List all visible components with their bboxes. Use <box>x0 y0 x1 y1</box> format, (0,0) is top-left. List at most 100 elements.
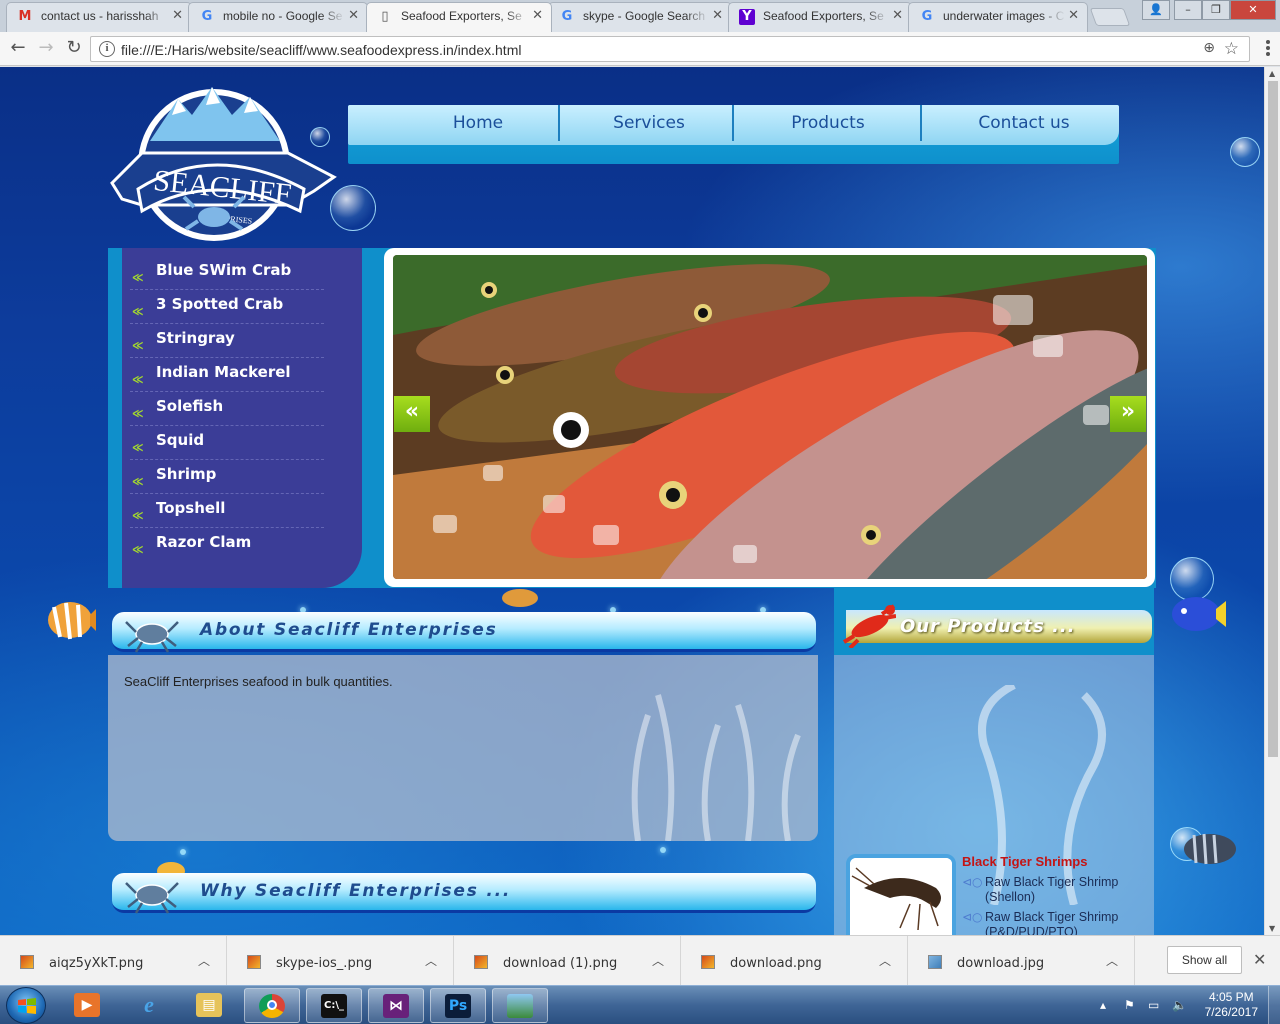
main-navigation: Home Services Products Contact us <box>348 105 1119 164</box>
nav-home[interactable]: Home <box>408 105 548 145</box>
bookmark-star-icon[interactable]: ☆ <box>1224 39 1239 59</box>
fish-decoration-icon <box>502 589 538 607</box>
new-tab-button[interactable] <box>1089 8 1131 26</box>
browser-tab-active[interactable]: ▯ Seafood Exporters, Se ✕ <box>366 2 552 32</box>
side-item-shrimp[interactable]: ≪ Shrimp <box>130 460 324 494</box>
info-icon[interactable]: i <box>99 41 115 57</box>
close-tab-icon[interactable]: ✕ <box>1068 7 1079 23</box>
scroll-up-icon[interactable]: ▲ <box>1269 69 1275 78</box>
close-tab-icon[interactable]: ✕ <box>172 7 183 23</box>
product-title[interactable]: Black Tiger Shrimps <box>962 854 1087 869</box>
download-item[interactable]: aiqz5yXkT.png ︿ <box>0 936 227 986</box>
side-item-blue-swim-crab[interactable]: ≪ Blue SWim Crab <box>130 256 324 290</box>
close-window-button[interactable]: ✕ <box>1230 0 1276 20</box>
image-slider: « » <box>384 248 1156 588</box>
download-item[interactable]: download.jpg ︿ <box>908 936 1135 986</box>
seacliff-logo[interactable]: SEACLIFF ENTERPRISES <box>108 71 340 247</box>
slider-next-button[interactable]: » <box>1110 396 1146 432</box>
close-tab-icon[interactable]: ✕ <box>712 7 723 23</box>
side-item-squid[interactable]: ≪ Squid <box>130 426 324 460</box>
reload-icon[interactable]: ↻ <box>62 38 86 60</box>
restore-button[interactable]: ❐ <box>1202 0 1230 20</box>
download-item[interactable]: download (1).png ︿ <box>454 936 681 986</box>
nav-contact-us[interactable]: Contact us <box>926 105 1122 145</box>
chrome-app[interactable] <box>244 988 300 1023</box>
windows-logo-icon <box>18 998 36 1014</box>
clock-date: 7/26/2017 <box>1204 1005 1258 1019</box>
file-explorer-app[interactable]: ▤ <box>182 988 238 1023</box>
fish-decoration-icon <box>48 602 96 640</box>
browser-tab[interactable]: Y Seafood Exporters, Se ✕ <box>728 2 912 32</box>
chevron-up-icon[interactable]: ︿ <box>1106 952 1118 969</box>
photoshop-app[interactable]: Ps <box>430 988 486 1023</box>
side-item-indian-mackerel[interactable]: ≪ Indian Mackerel <box>130 358 324 392</box>
seaweed-decoration <box>978 685 1106 905</box>
nav-services[interactable]: Services <box>564 105 734 145</box>
browser-tab[interactable]: G mobile no - Google Se ✕ <box>188 2 368 32</box>
download-item[interactable]: skype-ios_.png ︿ <box>227 936 454 986</box>
internet-explorer-app[interactable]: e <box>122 988 178 1023</box>
close-icon[interactable]: ✕ <box>1253 950 1266 969</box>
forward-arrow-icon[interactable]: → <box>34 38 58 60</box>
chevron-up-icon[interactable]: ︿ <box>652 952 664 969</box>
why-section-title: Why Seacliff Enterprises ... <box>200 881 512 901</box>
volume-icon[interactable]: 🔈 <box>1172 998 1187 1012</box>
zoom-icon[interactable]: ⊕ <box>1203 40 1215 56</box>
vertical-scrollbar[interactable]: ▲ ▼ <box>1264 67 1280 935</box>
command-prompt-app[interactable]: C:\_ <box>306 988 362 1023</box>
action-center-flag-icon[interactable]: ⚑ <box>1124 998 1135 1012</box>
product-thumbnail[interactable] <box>846 854 956 935</box>
fish-bullet-icon: ≪ <box>132 543 144 556</box>
chevron-up-icon[interactable]: ︿ <box>198 952 210 969</box>
browser-tab[interactable]: G underwater images - C ✕ <box>908 2 1088 32</box>
page-viewport: SEACLIFF ENTERPRISES Home Services Produ… <box>0 67 1264 935</box>
scroll-down-icon[interactable]: ▼ <box>1269 924 1275 933</box>
url-text[interactable]: file:///E:/Haris/website/seacliff/www.se… <box>121 42 521 58</box>
minimize-button[interactable]: – <box>1174 0 1202 20</box>
slider-prev-button[interactable]: « <box>394 396 430 432</box>
download-item[interactable]: download.png ︿ <box>681 936 908 986</box>
side-item-topshell[interactable]: ≪ Topshell <box>130 494 324 528</box>
media-player-app[interactable]: ▶ <box>60 988 116 1023</box>
why-section-header: Why Seacliff Enterprises ... <box>112 873 816 914</box>
our-products-panel: Our Products ... Black Tiger Shrimps ⊲○ … <box>834 588 1154 935</box>
show-all-button[interactable]: Show all <box>1167 946 1242 974</box>
close-tab-icon[interactable]: ✕ <box>532 7 543 23</box>
browser-toolbar: ← → ↻ i file:///E:/Haris/website/seaclif… <box>0 32 1280 66</box>
clock[interactable]: 4:05 PM 7/26/2017 <box>1205 990 1258 1020</box>
side-item-solefish[interactable]: ≪ Solefish <box>130 392 324 426</box>
user-icon[interactable]: 👤 <box>1142 0 1170 20</box>
back-arrow-icon[interactable]: ← <box>6 38 30 60</box>
show-hidden-icons-icon[interactable]: ▴ <box>1100 998 1106 1012</box>
fish-decoration-icon <box>1184 833 1236 865</box>
our-products-title: Our Products ... <box>900 616 1076 637</box>
close-tab-icon[interactable]: ✕ <box>892 7 903 23</box>
browser-tab[interactable]: M contact us - harisshah ✕ <box>6 2 192 32</box>
side-item-3-spotted-crab[interactable]: ≪ 3 Spotted Crab <box>130 290 324 324</box>
about-section-title: About Seacliff Enterprises <box>200 620 498 640</box>
google-icon: G <box>201 9 213 24</box>
about-section-text: SeaCliff Enterprises seafood in bulk qua… <box>124 674 393 689</box>
scrollbar-thumb[interactable] <box>1268 81 1278 757</box>
browser-tab[interactable]: G skype - Google Search ✕ <box>548 2 732 32</box>
side-item-razor-clam[interactable]: ≪ Razor Clam <box>130 528 324 562</box>
visual-studio-app[interactable]: ⋈ <box>368 988 424 1023</box>
fish-bullet-icon: ≪ <box>132 373 144 386</box>
network-icon[interactable]: ▭ <box>1148 998 1159 1012</box>
photo-viewer-app[interactable] <box>492 988 548 1023</box>
nav-products[interactable]: Products <box>738 105 918 145</box>
show-desktop-button[interactable] <box>1268 986 1280 1024</box>
fish-decoration-icon <box>1172 597 1226 631</box>
address-bar[interactable]: i file:///E:/Haris/website/seacliff/www.… <box>90 36 1250 62</box>
about-section-header: About Seacliff Enterprises <box>112 612 816 653</box>
chevron-up-icon[interactable]: ︿ <box>425 952 437 969</box>
product-side-menu: ≪ Blue SWim Crab ≪ 3 Spotted Crab ≪ Stringr… <box>108 248 384 588</box>
fish-bullet-icon: ≪ <box>132 509 144 522</box>
gmail-icon: M <box>18 9 32 24</box>
menu-icon[interactable] <box>1264 40 1272 58</box>
clock-time: 4:05 PM <box>1208 990 1254 1004</box>
close-tab-icon[interactable]: ✕ <box>348 7 359 23</box>
side-item-stringray[interactable]: ≪ Stringray <box>130 324 324 358</box>
chevron-up-icon[interactable]: ︿ <box>879 952 891 969</box>
start-button[interactable] <box>6 987 46 1024</box>
